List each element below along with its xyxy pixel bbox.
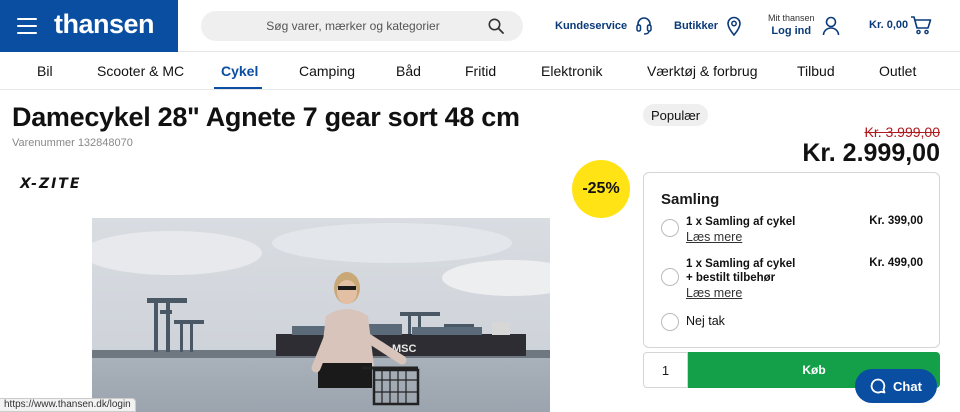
nav-item-fritid[interactable]: Fritid	[465, 63, 496, 79]
login-label: Log ind	[771, 25, 812, 37]
chat-bubble-icon	[870, 378, 886, 394]
cart-icon[interactable]	[910, 15, 932, 35]
assembly-option-none-label: Nej tak	[686, 314, 725, 328]
product-page: thansen Kundeservice Butikker	[0, 0, 960, 412]
account-top-label: Mit thansen	[768, 13, 815, 23]
nav-item-tilbud[interactable]: Tilbud	[797, 63, 835, 79]
stores-link[interactable]: Butikker	[674, 0, 742, 52]
user-icon[interactable]	[822, 16, 840, 36]
current-price: Kr. 2.999,00	[802, 139, 940, 167]
product-title: Damecykel 28" Agnete 7 gear sort 48 cm	[12, 102, 520, 132]
account-link[interactable]: Mit thansen Log ind	[768, 13, 815, 37]
assembly-option-none-radio[interactable]	[661, 313, 679, 331]
popular-badge: Populær	[643, 104, 709, 126]
menu-icon[interactable]	[17, 18, 37, 34]
assembly-option-2-price: Kr. 499,00	[869, 257, 923, 269]
stores-label: Butikker	[674, 20, 719, 32]
nav-item-cykel[interactable]: Cykel	[221, 63, 258, 79]
location-pin-icon	[727, 16, 741, 36]
search-bar	[201, 11, 523, 41]
assembly-option-1-read-more[interactable]: Læs mere	[686, 230, 742, 244]
nav-item-vaerktoej[interactable]: Værktøj & forbrug	[647, 63, 757, 79]
search-input[interactable]	[201, 11, 523, 41]
cart-total[interactable]: Kr. 0,00	[869, 19, 908, 31]
search-icon[interactable]	[488, 18, 504, 34]
assembly-option-2-label-line1: 1 x Samling af cykel	[686, 258, 796, 270]
customer-service-label: Kundeservice	[555, 20, 628, 32]
assembly-option-2-read-more[interactable]: Læs mere	[686, 286, 742, 300]
product-image[interactable]: MSC	[92, 218, 550, 412]
discount-badge: -25%	[572, 160, 630, 218]
assembly-option-1-label: 1 x Samling af cykel	[686, 216, 796, 228]
site-header: thansen Kundeservice Butikker	[0, 0, 960, 52]
product-sku: Varenummer 132848070	[12, 137, 133, 149]
quantity-input[interactable]: 1	[643, 352, 688, 388]
nav-item-outlet[interactable]: Outlet	[879, 63, 916, 79]
assembly-option-2-label-line2: + bestilt tilbehør	[686, 272, 776, 284]
chat-button[interactable]: Chat	[855, 369, 937, 403]
customer-service-link[interactable]: Kundeservice	[555, 0, 653, 52]
brand-logo[interactable]: X-ZITE	[20, 176, 81, 192]
assembly-option-1-radio[interactable]	[661, 219, 679, 237]
main-nav: Bil Scooter & MC Cykel Camping Båd Friti…	[0, 52, 960, 90]
assembly-options: Samling 1 x Samling af cykel Læs mere Kr…	[643, 172, 940, 348]
nav-item-camping[interactable]: Camping	[299, 63, 355, 79]
nav-item-elektronik[interactable]: Elektronik	[541, 63, 602, 79]
nav-item-baad[interactable]: Båd	[396, 63, 421, 79]
assembly-option-2-radio[interactable]	[661, 268, 679, 286]
old-price: Kr. 3.999,00	[864, 124, 940, 140]
product-photo-illustration: MSC	[92, 218, 550, 412]
assembly-option-1-price: Kr. 399,00	[869, 215, 923, 227]
chat-label: Chat	[893, 378, 922, 394]
site-logo[interactable]: thansen	[54, 9, 155, 40]
nav-item-bil[interactable]: Bil	[37, 63, 53, 79]
logo-area: thansen	[0, 0, 178, 52]
status-bar-url: https://www.thansen.dk/login	[0, 398, 136, 412]
active-nav-underline	[214, 87, 262, 89]
nav-item-scooter-mc[interactable]: Scooter & MC	[97, 63, 184, 79]
headset-icon	[636, 17, 652, 35]
assembly-title: Samling	[661, 191, 720, 208]
